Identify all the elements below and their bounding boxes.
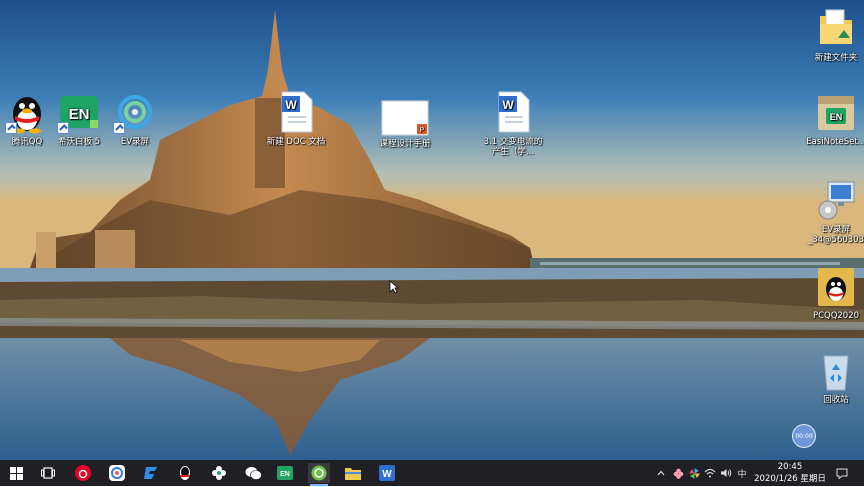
file-explorer-icon bbox=[345, 468, 361, 480]
installer-box-icon: EN bbox=[818, 96, 854, 130]
mouse-cursor-icon bbox=[389, 280, 399, 294]
taskbar-app-easinote[interactable]: EN bbox=[274, 463, 296, 483]
floating-timer-ball[interactable]: 00:00 bbox=[792, 424, 816, 448]
wechat-icon bbox=[245, 466, 262, 480]
taskbar-app-quark[interactable] bbox=[106, 463, 128, 483]
taskbar-app-wps[interactable]: W bbox=[376, 463, 398, 483]
desktop-icon-seewo[interactable]: EN 希沃白板 5 bbox=[47, 90, 111, 147]
app-lightning-icon bbox=[144, 467, 157, 479]
tray-overflow-button[interactable] bbox=[654, 460, 668, 486]
word-document-icon: W bbox=[281, 91, 313, 133]
desktop-wallpaper bbox=[0, 0, 864, 460]
svg-text:W: W bbox=[502, 98, 514, 112]
wps-writer-icon: W bbox=[379, 465, 395, 481]
icon-label: 新建文件夹 bbox=[814, 53, 858, 63]
taskbar-app-flower[interactable] bbox=[208, 463, 230, 483]
wifi-icon bbox=[704, 468, 716, 478]
tray-pinwheel-icon bbox=[688, 467, 700, 479]
word-document-icon: W bbox=[498, 91, 530, 133]
icon-label: 新建 DOC 文档 bbox=[266, 137, 326, 147]
desktop-icon-ev-recorder-setup[interactable]: EV录屏_34@560303 bbox=[804, 178, 864, 245]
taskbar-app-netease-music[interactable] bbox=[72, 463, 94, 483]
netease-music-icon bbox=[75, 465, 91, 481]
qq-installer-icon bbox=[818, 268, 854, 306]
icon-label: EV录屏 bbox=[120, 137, 150, 147]
icon-label: EV录屏_34@560303 bbox=[807, 225, 864, 245]
start-button[interactable] bbox=[5, 463, 27, 483]
app-flower-icon bbox=[212, 466, 226, 480]
svg-text:W: W bbox=[382, 469, 392, 480]
icon-label: 回收站 bbox=[823, 395, 849, 405]
speaker-icon bbox=[721, 469, 732, 477]
tray-app-flower[interactable] bbox=[670, 460, 686, 486]
action-center-button[interactable] bbox=[834, 460, 850, 486]
notification-icon bbox=[836, 468, 848, 479]
taskbar-clock[interactable]: 20:45 2020/1/26 星期日 bbox=[748, 460, 832, 487]
desktop-icon-easinote-setup[interactable]: EN EasiNoteSet... bbox=[804, 90, 864, 147]
taskbar: EN W 中 bbox=[0, 460, 864, 486]
shortcut-arrow-icon bbox=[5, 122, 17, 134]
desktop-icon-ev-recorder[interactable]: EV录屏 bbox=[103, 90, 167, 147]
qq-penguin-icon bbox=[180, 466, 190, 480]
desktop-icon-recycle-bin[interactable]: 回收站 bbox=[804, 348, 864, 405]
taskbar-app-qq[interactable] bbox=[174, 463, 196, 483]
icon-label: 3.1 交变电流的产生（学... bbox=[483, 137, 543, 157]
shortcut-arrow-icon bbox=[57, 122, 69, 134]
tray-flower-icon bbox=[673, 468, 683, 479]
app-flower-blue-icon bbox=[109, 465, 125, 481]
taskbar-app-file-explorer[interactable] bbox=[342, 463, 364, 483]
icon-label: PCQQ2020 bbox=[812, 311, 860, 321]
clock-date: 2020/1/26 星期日 bbox=[754, 474, 826, 484]
setup-computer-icon bbox=[818, 181, 855, 220]
floating-ball-text: 00:00 bbox=[795, 432, 813, 440]
svg-text:P: P bbox=[420, 127, 425, 134]
svg-text:EN: EN bbox=[69, 106, 90, 123]
ime-label: 中 bbox=[737, 469, 747, 480]
icon-label: EasiNoteSet... bbox=[806, 137, 864, 147]
svg-text:W: W bbox=[285, 98, 297, 112]
folder-icon bbox=[820, 9, 852, 44]
app-green-circle-icon bbox=[311, 465, 327, 481]
clock-time: 20:45 bbox=[777, 462, 803, 472]
tray-volume[interactable] bbox=[718, 460, 734, 486]
task-view-icon bbox=[41, 467, 55, 479]
task-view-button[interactable] bbox=[37, 463, 59, 483]
taskbar-app-lightning[interactable] bbox=[140, 463, 162, 483]
taskbar-app-green-circle[interactable] bbox=[308, 463, 330, 486]
icon-label: 课程设计手册 bbox=[379, 139, 431, 149]
desktop-icon-new-folder[interactable]: 新建文件夹 bbox=[804, 6, 864, 63]
tray-app-pinwheel[interactable] bbox=[686, 460, 702, 486]
taskbar-app-wechat[interactable] bbox=[242, 463, 264, 483]
ppt-thumbnail-icon: P bbox=[381, 100, 429, 136]
windows-logo-icon bbox=[9, 466, 23, 480]
tray-network[interactable] bbox=[702, 460, 718, 486]
desktop-icon-course-handbook[interactable]: P 课程设计手册 bbox=[373, 100, 437, 149]
icon-label: 希沃白板 5 bbox=[57, 137, 101, 147]
chevron-up-icon bbox=[657, 470, 665, 476]
desktop-icon-pcqq2020[interactable]: PCQQ2020 bbox=[804, 264, 864, 321]
shortcut-arrow-icon bbox=[113, 122, 125, 134]
desktop-icon-new-doc[interactable]: W 新建 DOC 文档 bbox=[264, 90, 328, 147]
svg-text:EN: EN bbox=[830, 112, 843, 122]
easinote-en-icon: EN bbox=[277, 466, 293, 480]
svg-text:EN: EN bbox=[280, 471, 290, 478]
desktop-icon-ac-lesson[interactable]: W 3.1 交变电流的产生（学... bbox=[481, 90, 545, 157]
icon-label: 腾讯QQ bbox=[11, 137, 43, 147]
recycle-bin-icon bbox=[823, 355, 849, 391]
